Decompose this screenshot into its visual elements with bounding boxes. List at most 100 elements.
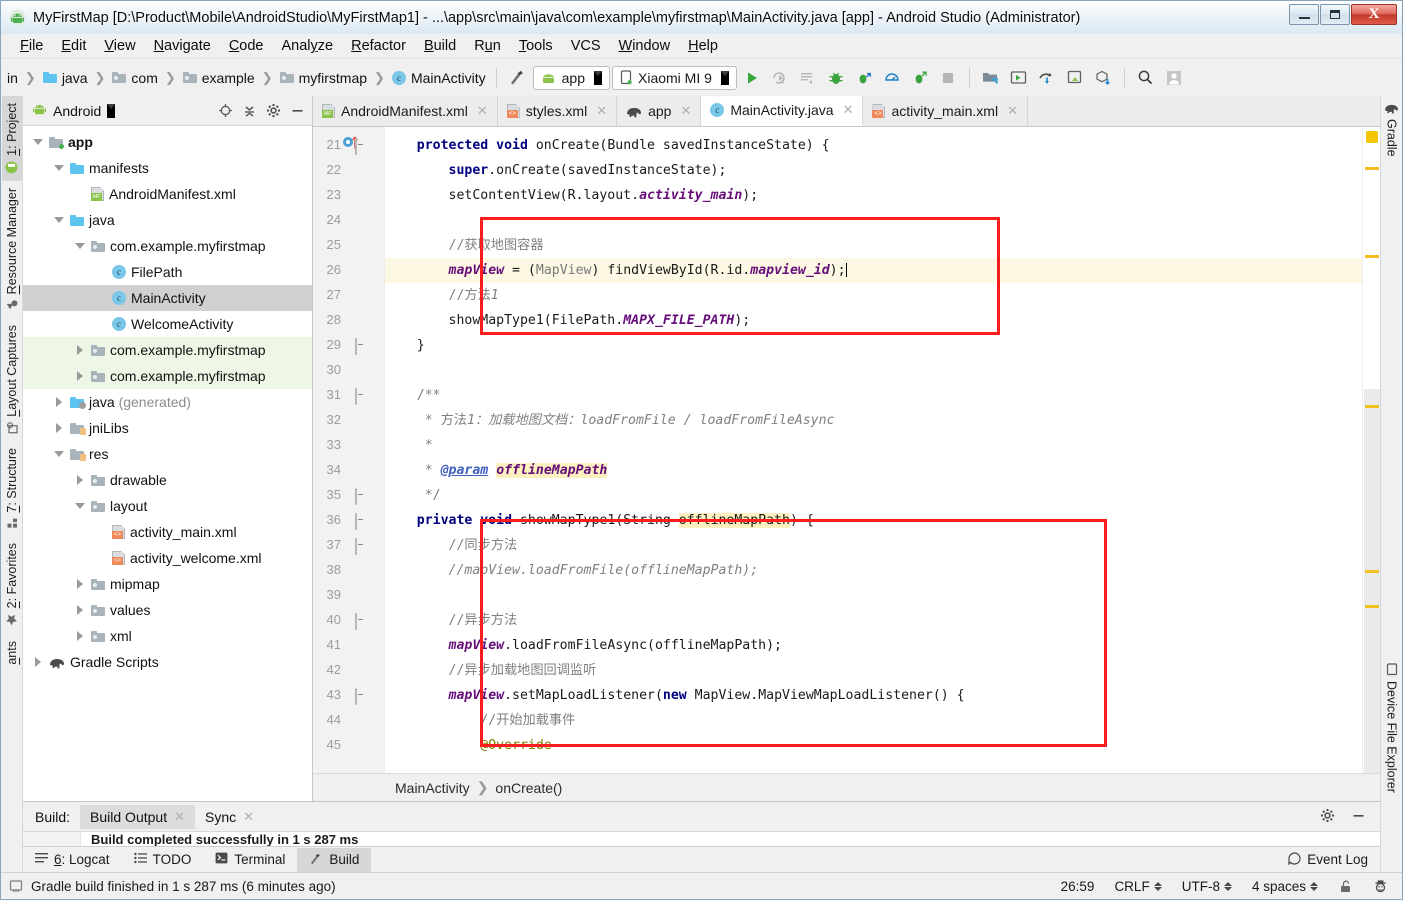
menu-vcs[interactable]: VCS (562, 36, 610, 56)
breadcrumb-item-myfirstmap[interactable]: myfirstmap (278, 69, 369, 87)
code-line[interactable]: //方法1 (385, 288, 499, 304)
code-text[interactable]: protected void onCreate(Bundle savedInst… (385, 127, 1362, 773)
twisty-expanded-icon[interactable] (53, 165, 64, 171)
avd-manager-button[interactable] (1006, 65, 1032, 91)
sidebar-item-ants[interactable]: ants (2, 634, 22, 677)
tree-item[interactable]: com.example.myfirstmap (23, 337, 312, 363)
search-everywhere-button[interactable] (1133, 65, 1159, 91)
tool-window-6-logcat[interactable]: 6: Logcat (23, 848, 122, 871)
tool-window-build[interactable]: Build (297, 847, 372, 872)
tree-item[interactable]: manifests (23, 155, 312, 181)
apply-changes-button[interactable]: A (767, 65, 793, 91)
tree-item[interactable]: res (23, 441, 312, 467)
close-icon[interactable]: ✕ (477, 103, 488, 119)
twisty[interactable] (73, 605, 86, 615)
code-line[interactable]: //获取地图容器 (385, 238, 544, 254)
tree-item[interactable]: mipmap (23, 571, 312, 597)
breadcrumb-item-example[interactable]: example (181, 69, 257, 87)
code-line[interactable]: mapView.setMapLoadListener(new MapView.M… (385, 688, 965, 704)
twisty-collapsed-icon[interactable] (76, 631, 83, 641)
tool-window-todo[interactable]: TODO (122, 848, 204, 871)
run-button[interactable] (739, 65, 765, 91)
editor-tab-app[interactable]: app ✕ (617, 96, 702, 126)
twisty[interactable] (73, 345, 86, 355)
code-line[interactable]: //同步方法 (385, 538, 518, 554)
line-separator-selector[interactable]: CRLF (1108, 879, 1167, 894)
tab-sync[interactable]: Sync ✕ (195, 805, 264, 829)
code-line[interactable]: //mapView.loadFromFile(offlineMapPath); (385, 563, 759, 579)
code-line[interactable]: * 方法1：加载地图文档：loadFromFile / loadFromFile… (385, 413, 835, 429)
code-folding-icon[interactable] (355, 338, 367, 355)
code-line[interactable]: mapView = (MapView) findViewById(R.id.ma… (385, 263, 847, 279)
editor-tab-MainActivity-java[interactable]: c MainActivity.java ✕ (701, 96, 864, 126)
close-icon[interactable]: ✕ (174, 809, 185, 825)
make-project-button[interactable] (505, 65, 531, 91)
debug-button[interactable] (823, 65, 849, 91)
maximize-button[interactable] (1320, 4, 1350, 25)
inspection-status-icon[interactable] (1366, 131, 1378, 143)
indent-selector[interactable]: 4 spaces (1246, 879, 1324, 894)
layout-inspector-button[interactable] (1062, 65, 1088, 91)
editor-scrollbar-markers[interactable] (1362, 127, 1380, 773)
apk-analyzer-button[interactable] (1090, 65, 1116, 91)
hide-icon[interactable] (1345, 808, 1380, 826)
attach-debugger-button[interactable] (851, 65, 877, 91)
apply-code-changes-button[interactable] (795, 65, 821, 91)
scrollbar-thumb[interactable] (1364, 389, 1380, 773)
menu-edit[interactable]: Edit (52, 36, 95, 56)
tab-build-output[interactable]: Build Output ✕ (80, 804, 195, 829)
scroll-from-source-icon[interactable] (216, 102, 234, 120)
device-selector[interactable]: Xiaomi MI 9 (612, 65, 737, 90)
sidebar-item-gradle[interactable]: Gradle (1381, 96, 1402, 164)
editor-gutter[interactable]: 21 22 23 24 25 26 27 28 29 30 31 32 33 34 35 36 37 38 39 40… (313, 127, 385, 773)
twisty[interactable] (52, 397, 65, 407)
twisty[interactable] (73, 371, 86, 381)
twisty[interactable] (52, 451, 65, 457)
twisty-collapsed-icon[interactable] (76, 605, 83, 615)
menu-refactor[interactable]: Refactor (342, 36, 415, 56)
tree-item[interactable]: java (generated) (23, 389, 312, 415)
menu-code[interactable]: Code (220, 36, 273, 56)
sidebar-item-layout-captures[interactable]: Layout Captures (2, 318, 22, 441)
sidebar-item-7-structure[interactable]: 7: Structure (2, 441, 22, 537)
code-folding-icon[interactable] (355, 688, 367, 705)
menu-window[interactable]: Window (610, 36, 680, 56)
run-configuration-selector[interactable]: app (532, 65, 610, 90)
gear-icon[interactable] (1310, 808, 1345, 826)
twisty[interactable] (31, 139, 44, 145)
sdk-manager-button[interactable] (978, 65, 1004, 91)
tree-item[interactable]: values (23, 597, 312, 623)
code-folding-icon[interactable] (355, 613, 367, 630)
tree-item[interactable]: jniLibs (23, 415, 312, 441)
sidebar-item-1-project[interactable]: 1: Project (1, 96, 22, 181)
sidebar-item-device-file-explorer[interactable]: Device File Explorer (1382, 656, 1402, 800)
encoding-selector[interactable]: UTF-8 (1176, 879, 1238, 894)
twisty[interactable] (31, 657, 44, 667)
menu-build[interactable]: Build (415, 36, 465, 56)
hide-icon[interactable] (288, 102, 306, 120)
close-icon[interactable]: ✕ (680, 103, 691, 119)
twisty[interactable] (73, 475, 86, 485)
close-icon[interactable]: ✕ (843, 102, 854, 118)
twisty-collapsed-icon[interactable] (76, 475, 83, 485)
code-line[interactable]: setContentView(R.layout.activity_main); (385, 188, 759, 204)
status-message[interactable]: Gradle build finished in 1 s 287 ms (6 m… (31, 879, 336, 894)
breadcrumb-item-com[interactable]: com (110, 69, 159, 87)
event-log-button[interactable]: Event Log (1276, 848, 1380, 872)
menu-navigate[interactable]: Navigate (145, 36, 220, 56)
code-line[interactable]: //异步方法 (385, 613, 518, 629)
unlock-icon[interactable] (1332, 879, 1359, 894)
twisty-expanded-icon[interactable] (74, 503, 85, 509)
code-line[interactable]: */ (385, 488, 441, 504)
twisty-expanded-icon[interactable] (53, 217, 64, 223)
gear-icon[interactable] (264, 102, 282, 120)
hector-icon[interactable] (1367, 879, 1394, 894)
chevron-down-icon[interactable] (107, 103, 116, 118)
tree-item[interactable]: drawable (23, 467, 312, 493)
tree-item[interactable]: com.example.myfirstmap (23, 363, 312, 389)
twisty[interactable] (52, 423, 65, 433)
code-line[interactable]: * @param offlineMapPath (385, 463, 608, 479)
tree-item[interactable]: MF AndroidManifest.xml (23, 181, 312, 207)
project-tree[interactable]: app manifests MF AndroidManifest.xml java com… (23, 126, 312, 801)
twisty[interactable] (73, 631, 86, 641)
